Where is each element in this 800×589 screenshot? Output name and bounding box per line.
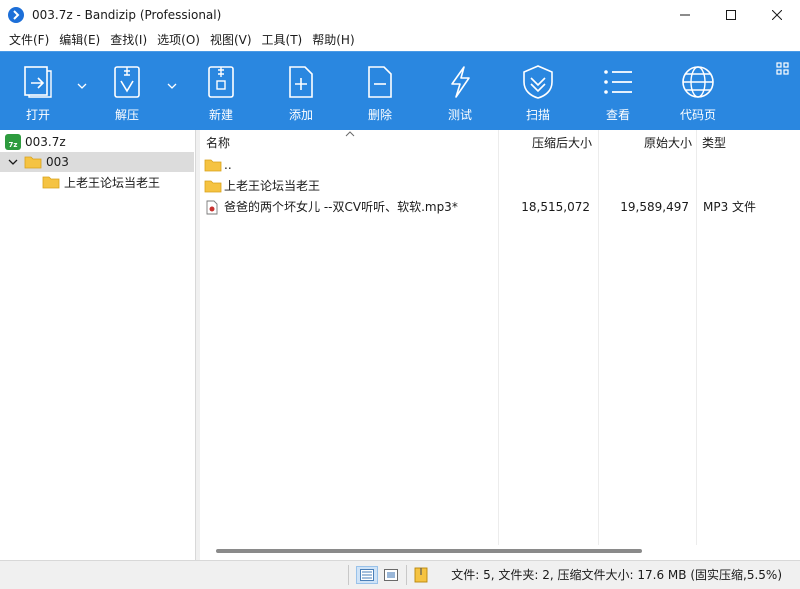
details-view-button[interactable]	[356, 566, 378, 584]
delete-file-icon	[360, 62, 400, 102]
view-label: 查看	[605, 108, 630, 122]
column-type[interactable]: 类型	[702, 130, 726, 154]
list-view-icon	[598, 62, 638, 102]
tree-folder-label: 003	[46, 155, 69, 169]
folder-icon	[24, 156, 42, 169]
delete-button[interactable]: 删除	[360, 52, 400, 131]
folder-icon	[204, 180, 222, 193]
new-archive-icon	[201, 62, 241, 102]
folder-icon	[204, 159, 222, 172]
column-packed-size[interactable]: 压缩后大小	[500, 130, 592, 154]
grid-icon	[776, 62, 789, 75]
tree-item-archive[interactable]: 7z 003.7z	[0, 132, 194, 152]
column-original-size[interactable]: 原始大小	[600, 130, 692, 154]
menu-options[interactable]: 选项(O)	[152, 30, 205, 51]
tree-item-subfolder[interactable]: 上老王论坛当老王	[0, 172, 194, 192]
table-row[interactable]: 上老王论坛当老王	[200, 176, 800, 197]
table-row[interactable]: 爸爸的两个坏女儿 --双CV听听、软软.mp3* 18,515,072 19,5…	[200, 197, 800, 218]
window-title: 003.7z - Bandizip (Professional)	[32, 8, 222, 22]
tree-item-003[interactable]: 003	[0, 152, 194, 172]
minimize-button[interactable]	[662, 0, 708, 30]
maximize-button[interactable]	[708, 0, 754, 30]
scan-button[interactable]: 扫描	[518, 52, 558, 131]
add-button[interactable]: 添加	[281, 52, 321, 131]
audio-file-icon	[206, 200, 218, 215]
menu-find[interactable]: 查找(I)	[105, 30, 152, 51]
open-label: 打开	[25, 108, 50, 122]
open-icon	[18, 62, 58, 102]
column-name[interactable]: 名称	[206, 130, 230, 154]
add-file-icon	[281, 62, 321, 102]
archive-icon	[414, 567, 428, 583]
chevron-down-icon	[77, 83, 87, 89]
tree-archive-label: 003.7z	[25, 135, 66, 149]
file-type: MP3 文件	[703, 200, 757, 214]
menu-edit[interactable]: 编辑(E)	[54, 30, 105, 51]
minimize-icon	[680, 14, 690, 16]
delete-label: 删除	[367, 108, 392, 122]
preview-view-icon	[384, 569, 398, 581]
menu-bar: 文件(F) 编辑(E) 查找(I) 选项(O) 视图(V) 工具(T) 帮助(H…	[0, 30, 800, 51]
file-name: 上老王论坛当老王	[224, 179, 321, 193]
close-icon	[772, 10, 782, 20]
bandizip-app-icon	[8, 7, 24, 23]
menu-file[interactable]: 文件(F)	[4, 30, 54, 51]
preview-view-button[interactable]	[380, 566, 402, 584]
extract-dropdown-arrow[interactable]	[166, 80, 178, 92]
globe-icon	[678, 62, 718, 102]
folder-icon	[42, 176, 60, 189]
open-dropdown-arrow[interactable]	[76, 80, 88, 92]
menu-help[interactable]: 帮助(H)	[307, 30, 359, 51]
chevron-down-icon[interactable]	[8, 158, 18, 166]
new-label: 新建	[208, 108, 233, 122]
tree-subfolder-label: 上老王论坛当老王	[64, 175, 161, 190]
7z-archive-icon: 7z	[5, 134, 21, 150]
sort-ascending-icon	[345, 131, 355, 137]
file-name: 爸爸的两个坏女儿 --双CV听听、软软.mp3*	[224, 200, 458, 214]
test-label: 测试	[447, 108, 472, 122]
status-divider	[406, 565, 407, 585]
menu-view[interactable]: 视图(V)	[205, 30, 257, 51]
status-divider	[348, 565, 349, 585]
status-bar: 文件: 5, 文件夹: 2, 压缩文件大小: 17.6 MB (固实压缩,5.5…	[0, 560, 800, 589]
new-button[interactable]: 新建	[201, 52, 241, 131]
add-label: 添加	[288, 108, 313, 122]
view-button[interactable]: 查看	[598, 52, 638, 131]
scan-label: 扫描	[525, 108, 550, 122]
chevron-down-icon	[167, 83, 177, 89]
layout-toggle-button[interactable]	[776, 62, 790, 76]
extract-icon	[107, 62, 147, 102]
table-row[interactable]: ..	[200, 155, 800, 176]
lightning-icon	[440, 62, 480, 102]
toolbar: 打开 解压 新建 添加 删除 测试 扫描 查看 代码页	[0, 51, 800, 130]
maximize-icon	[726, 10, 736, 20]
horizontal-scrollbar[interactable]	[216, 549, 642, 553]
file-original-size: 19,589,497	[620, 200, 689, 214]
extract-button[interactable]: 解压	[107, 52, 147, 131]
status-text: 文件: 5, 文件夹: 2, 压缩文件大小: 17.6 MB (固实压缩,5.5…	[451, 568, 782, 582]
test-button[interactable]: 测试	[440, 52, 480, 131]
archive-info-button[interactable]	[410, 566, 432, 584]
close-button[interactable]	[754, 0, 800, 30]
open-button[interactable]: 打开	[18, 52, 58, 131]
column-header: 名称 压缩后大小 原始大小 类型	[200, 130, 800, 154]
file-name: ..	[224, 158, 232, 172]
file-packed-size: 18,515,072	[521, 200, 590, 214]
title-bar: 003.7z - Bandizip (Professional)	[0, 0, 800, 30]
file-list: 名称 压缩后大小 原始大小 类型 .. 上老王论坛当老王 爸爸的两个坏女儿 --…	[200, 130, 800, 560]
codepage-button[interactable]: 代码页	[676, 52, 720, 131]
menu-tools[interactable]: 工具(T)	[257, 30, 308, 51]
codepage-label: 代码页	[679, 108, 716, 122]
shield-icon	[518, 62, 558, 102]
folder-tree: 7z 003.7z 003 上老王论坛当老王	[0, 130, 196, 560]
extract-label: 解压	[114, 108, 139, 122]
details-view-icon	[360, 569, 374, 581]
